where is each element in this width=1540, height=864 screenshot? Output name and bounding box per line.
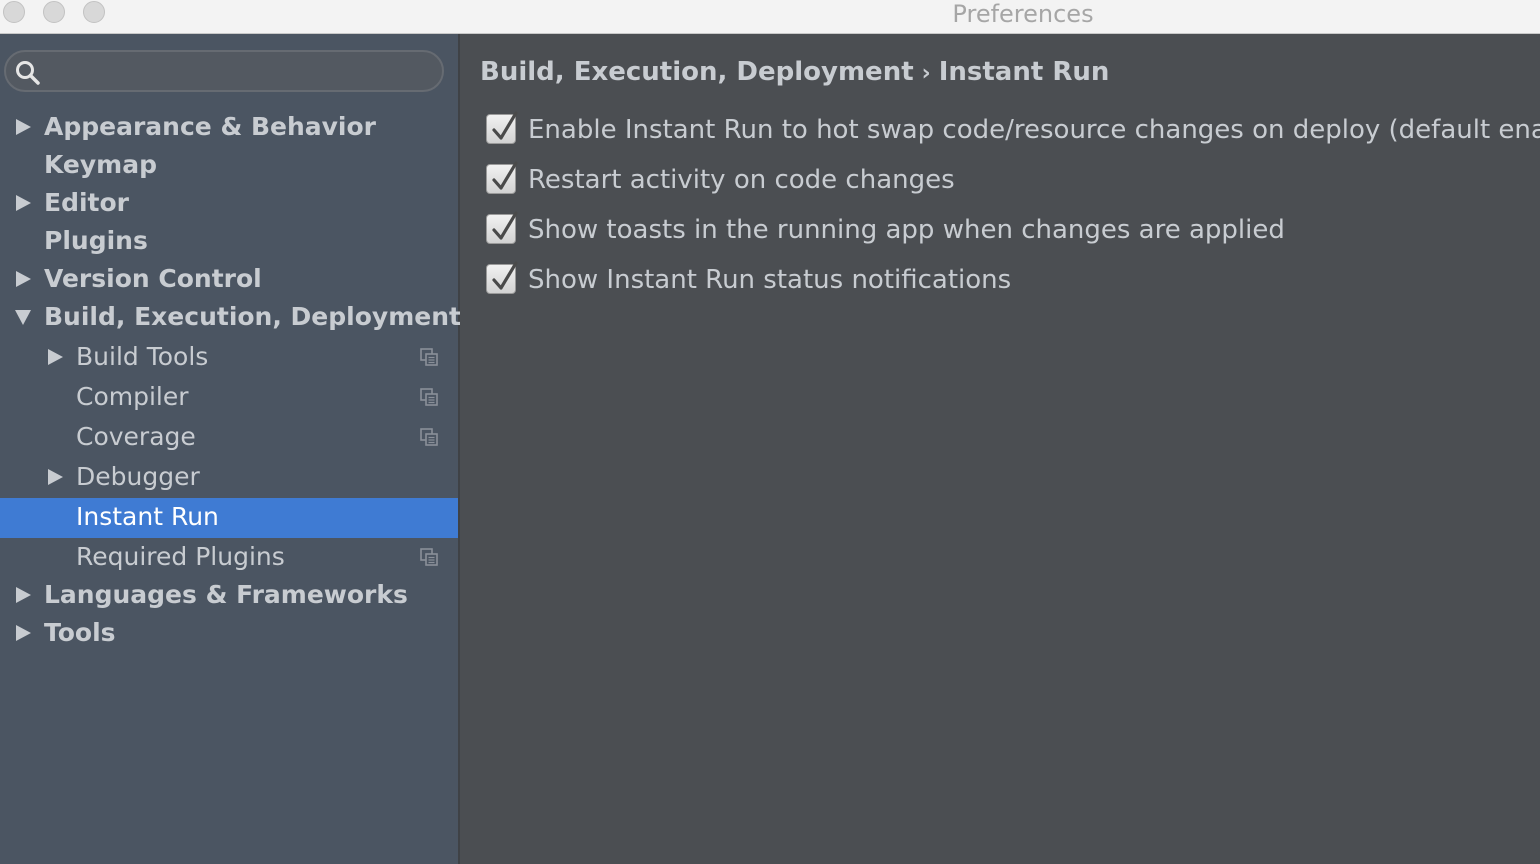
restart-activity-checkbox[interactable] [486,161,518,194]
tree-item-coverage[interactable]: Coverage [0,417,458,457]
tree-item-instant-run[interactable]: Instant Run [0,498,458,538]
show-toasts-option[interactable]: Show toasts in the running app when chan… [486,210,1540,250]
option-label: Show Instant Run status notifications [528,265,1012,295]
tree-item-label: Tools [44,618,116,647]
copy-icon [420,548,438,566]
copy-icon [420,348,438,366]
breadcrumb-current: Instant Run [938,57,1110,87]
breadcrumb: Build, Execution, Deployment › Instant Run [480,52,1109,92]
window-title: Preferences [952,0,1094,28]
tree-item-compiler[interactable]: Compiler [0,377,458,417]
settings-panel: Build, Execution, Deployment › Instant Run… [460,34,1540,864]
expand-arrow-icon[interactable] [16,271,31,287]
search-icon [16,61,40,85]
collapse-arrow-icon[interactable] [15,310,31,325]
enable-instant-run-option[interactable]: Enable Instant Run to hot swap code/reso… [486,110,1540,150]
breadcrumb-separator: › [921,61,931,86]
tree-item-keymap[interactable]: Keymap [0,146,458,184]
tree-item-label: Version Control [44,264,262,293]
checkmark-icon [492,161,518,190]
tree-item-build-execution-deployment[interactable]: Build, Execution, Deployment [0,298,461,336]
breadcrumb-parent: Build, Execution, Deployment [480,57,914,87]
expand-arrow-icon[interactable] [16,119,31,135]
expand-arrow-icon[interactable] [48,469,63,485]
tree-item-label: Coverage [76,422,196,451]
settings-sidebar: Appearance & Behavior Keymap Editor Plug… [0,34,461,864]
tree-item-label: Required Plugins [76,542,285,571]
tree-item-plugins[interactable]: Plugins [0,222,458,260]
option-label: Enable Instant Run to hot swap code/reso… [528,115,1540,145]
enable-instant-run-checkbox[interactable] [486,111,518,144]
search-field[interactable] [4,50,444,92]
expand-arrow-icon[interactable] [16,195,31,211]
tree-item-build-tools[interactable]: Build Tools [0,337,458,377]
show-toasts-checkbox[interactable] [486,211,518,244]
tree-item-label: Compiler [76,382,189,411]
tree-item-version-control[interactable]: Version Control [0,260,458,298]
tree-item-label: Keymap [44,150,158,179]
expand-arrow-icon[interactable] [48,349,63,365]
tree-item-label: Build Tools [76,342,209,371]
tree-item-required-plugins[interactable]: Required Plugins [0,537,458,577]
tree-item-languages-frameworks[interactable]: Languages & Frameworks [0,576,458,614]
tree-item-label: Editor [44,188,129,217]
preferences-window: Preferences Appearance & Behavior Keymap… [0,0,1540,864]
show-status-notifications-option[interactable]: Show Instant Run status notifications [486,260,1540,300]
tree-item-label: Debugger [76,462,200,491]
tree-item-editor[interactable]: Editor [0,184,458,222]
restart-activity-option[interactable]: Restart activity on code changes [486,160,1540,200]
copy-icon [420,388,438,406]
checkmark-icon [492,211,518,240]
tree-item-label: Languages & Frameworks [44,580,408,609]
copy-icon [420,428,438,446]
tree-item-label: Build, Execution, Deployment [44,302,461,331]
title-bar: Preferences [0,0,1540,34]
option-label: Show toasts in the running app when chan… [528,215,1285,245]
expand-arrow-icon[interactable] [16,587,31,603]
expand-arrow-icon[interactable] [16,625,31,641]
tree-item-debugger[interactable]: Debugger [0,457,458,497]
tree-item-appearance-behavior[interactable]: Appearance & Behavior [0,108,458,146]
option-label: Restart activity on code changes [528,165,955,195]
checkmark-icon [492,111,518,140]
tree-item-tools[interactable]: Tools [0,614,458,652]
tree-item-label: Appearance & Behavior [44,112,376,141]
tree-item-label: Instant Run [76,502,219,531]
show-status-notifications-checkbox[interactable] [486,261,518,294]
tree-item-label: Plugins [44,226,148,255]
checkmark-icon [492,261,518,290]
